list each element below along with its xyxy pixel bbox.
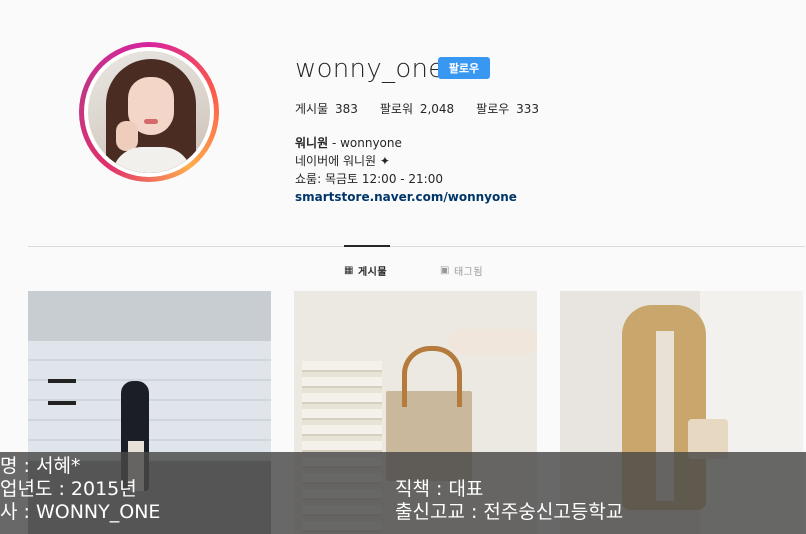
caption-role: 직책 : 대표 (395, 478, 484, 500)
caption-origin: 출신고교 : 전주숭신고등학교 (395, 501, 624, 523)
bio-line-2: 네이버에 워니원 ✦ (295, 154, 390, 168)
stat-followers[interactable]: 팔로워 2,048 (380, 100, 454, 117)
stat-label: 팔로우 (476, 102, 510, 116)
photo-bag-handle (402, 346, 462, 407)
instagram-profile-page: wonny_one 팔로우 게시물 383 팔로워 2,048 팔로우 333 … (0, 0, 806, 534)
tab-divider (28, 246, 805, 247)
bio-name: 워니원 (295, 136, 329, 150)
stat-label: 팔로워 (379, 102, 413, 116)
profile-bio: 워니원 - wonnyone 네이버에 워니원 ✦ 쇼룸: 목금토 12:00 … (295, 134, 517, 206)
photo-door-slot (48, 379, 76, 383)
tab-tagged[interactable]: ▣ 태그됨 (440, 263, 483, 278)
follow-button[interactable]: 팔로우 (438, 57, 490, 79)
grid-icon: ▦ (344, 265, 354, 276)
stat-label: 게시물 (295, 102, 329, 116)
bio-line-3: 쇼룸: 목금토 12:00 - 21:00 (295, 172, 443, 186)
photo-wall (28, 291, 271, 341)
photo-arm (449, 329, 537, 355)
profile-username: wonny_one (295, 54, 445, 84)
stat-value: 383 (334, 102, 358, 116)
bio-handle: - wonnyone (328, 136, 402, 150)
avatar-hand (116, 121, 138, 151)
photo-door-slot (48, 401, 76, 405)
tab-posts-label: 게시물 (357, 267, 388, 278)
tab-tagged-label: 태그됨 (453, 267, 484, 278)
avatar-photo (88, 51, 210, 173)
stat-value: 2,048 (419, 102, 455, 116)
tag-icon: ▣ (440, 265, 450, 276)
bio-link[interactable]: smartstore.naver.com/wonnyone (295, 188, 517, 206)
stat-value: 333 (516, 102, 540, 116)
profile-avatar-ring[interactable] (79, 42, 219, 182)
tab-posts[interactable]: ▦ 게시물 (344, 263, 387, 278)
tab-active-indicator (344, 245, 390, 247)
stat-posts[interactable]: 게시물 383 (295, 100, 358, 117)
avatar-lips (144, 119, 158, 124)
avatar[interactable] (84, 47, 214, 177)
profile-stats: 게시물 383 팔로워 2,048 팔로우 333 (295, 100, 561, 117)
caption-company: 사 : WONNY_ONE (0, 501, 161, 523)
bio-name-line: 워니원 - wonnyone (295, 134, 517, 152)
caption-name: 명 : 서혜* (0, 455, 81, 477)
caption-overlay: 명 : 서혜* 업년도 : 2015년 사 : WONNY_ONE 직책 : 대… (0, 452, 806, 534)
caption-founded: 업년도 : 2015년 (0, 478, 137, 500)
stat-following[interactable]: 팔로우 333 (476, 100, 539, 117)
